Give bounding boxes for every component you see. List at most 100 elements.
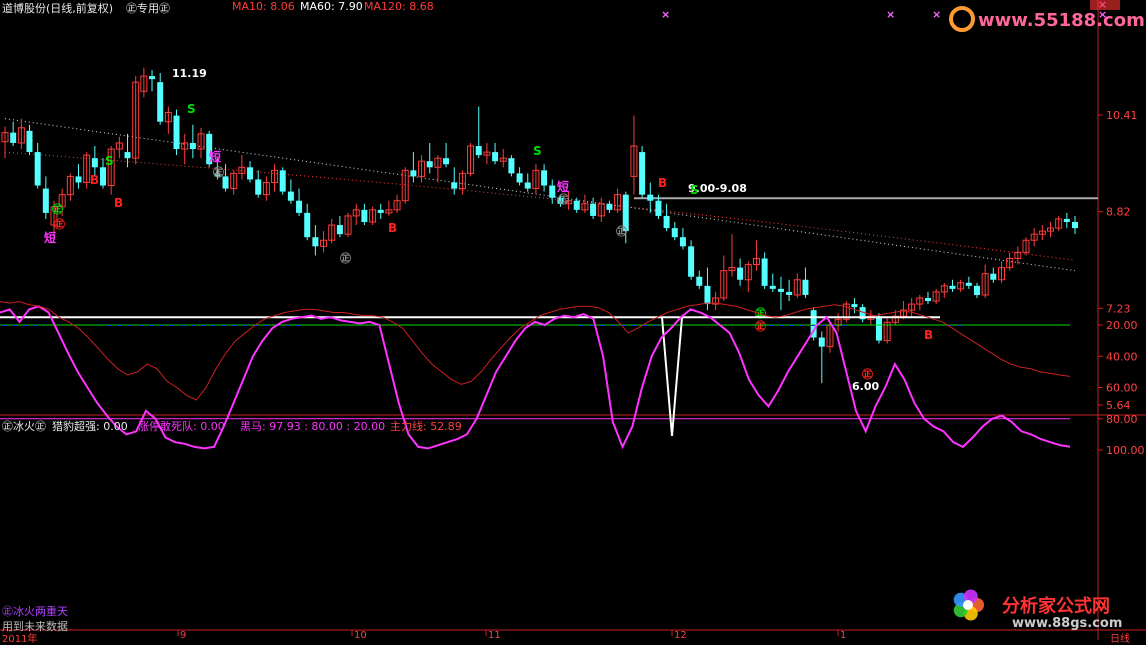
zheng-marker: ㊣ (755, 319, 766, 333)
blue-bar (159, 325, 164, 326)
candle-body-down (124, 152, 131, 159)
candle-body-down (173, 115, 180, 150)
indicator-title: ㊣冰火两重天 (2, 605, 68, 618)
zhangting-value: 涨停敢死队: 0.00 (138, 420, 225, 433)
sell-signal: S (105, 154, 114, 168)
blue-bar (611, 325, 616, 326)
candle-body-down (100, 167, 107, 186)
stock-title: 道博股份(日线,前复权) (2, 2, 114, 15)
candle-body-down (818, 337, 825, 347)
candle-body-down (606, 203, 613, 210)
buy-signal: B (658, 176, 667, 190)
blue-bar (170, 325, 175, 326)
candle-body-down (704, 285, 711, 305)
candle-body-down (247, 167, 254, 180)
candle-body-down (75, 176, 82, 183)
watermark-bottom-cn: 分析家公式网 (1002, 596, 1110, 617)
blue-bar (23, 325, 28, 326)
price-tick-label: 8.82 (1106, 206, 1131, 219)
short-signal: 短 (209, 149, 221, 164)
ma120-line (4, 151, 1076, 261)
candle-body-down (296, 200, 303, 213)
blue-bar (810, 325, 815, 326)
blue-bar (590, 325, 595, 326)
blue-bar (212, 325, 217, 326)
candle-body-down (655, 200, 662, 216)
corner-badge (1090, 0, 1120, 10)
month-label: 11 (488, 630, 501, 640)
candle-body-down (410, 170, 417, 177)
candle-body-down (475, 146, 482, 156)
candle-body-down (34, 152, 41, 186)
candle-body-down (802, 279, 809, 295)
stock-chart[interactable]: 10.41 8.82 7.23 5.64 100.00 80.00 60.00 40.00 20… (0, 0, 1146, 640)
candle-body-down (737, 267, 744, 280)
buy-signal: B (924, 328, 933, 342)
candle-body-down (663, 215, 670, 229)
short-signal: 短 (557, 179, 569, 194)
blue-bar (821, 325, 826, 326)
candle-body-down (549, 185, 556, 198)
candle-body-down (443, 158, 450, 165)
zheng-marker: ㊣ (862, 367, 873, 381)
candle-body-down (426, 161, 433, 168)
blue-bar (957, 325, 962, 326)
candle-body-down (287, 191, 294, 201)
candle-body-down (688, 246, 695, 277)
indicator-tick-label: 40.00 (1106, 350, 1138, 363)
candle-body-down (361, 209, 368, 223)
candle-body-down (875, 316, 882, 341)
month-label: 9 (180, 630, 186, 640)
blue-bar (296, 325, 301, 326)
price-tick-label: 7.23 (1106, 302, 1131, 315)
top-cross-marker: × (932, 8, 941, 21)
candle-body-down (189, 142, 196, 150)
blue-bar (779, 325, 784, 326)
blue-bar (201, 325, 206, 326)
candle-body-down (1063, 218, 1070, 223)
sell-signal: S (187, 102, 196, 116)
blue-bar (653, 325, 658, 326)
period-label: 日线 (1110, 634, 1130, 645)
candle-body-down (786, 291, 793, 295)
candle-body-down (777, 288, 784, 292)
sell-signal: S (690, 183, 699, 197)
blue-bar (117, 325, 122, 326)
candle-body-down (541, 170, 548, 186)
blue-bar (600, 325, 605, 326)
candle-body-down (377, 209, 384, 213)
candle-body-down (516, 173, 523, 183)
top-cross-marker: × (886, 8, 895, 21)
candle-body-down (312, 237, 319, 247)
indicator-tick-label: 20.00 (1106, 319, 1138, 332)
ma60-label: MA60: 7.90 (300, 0, 363, 13)
blue-bar (285, 325, 290, 326)
candle-body-down (639, 152, 646, 195)
candle-body-down (1072, 222, 1078, 229)
candle-body-down (949, 285, 956, 289)
candle-body-down (524, 182, 531, 189)
blue-bar (33, 325, 38, 326)
zheng-marker: ㊣ (213, 165, 224, 179)
candle-body-down (492, 152, 499, 162)
leopard-value: 猎豹超强: 0.00 (52, 420, 128, 433)
candle-body-down (973, 285, 980, 295)
buy-signal: B (388, 221, 397, 235)
blue-bar (768, 325, 773, 326)
candle-body-down (851, 304, 858, 308)
candle-body-down (42, 188, 49, 213)
candle-body-down (149, 76, 156, 80)
candle-body-down (157, 82, 164, 122)
candle-body-down (336, 225, 343, 235)
zheng-marker: ㊣ (558, 192, 569, 206)
indicator-tick-label: 100.00 (1106, 444, 1145, 457)
short-signal: 短 (44, 230, 56, 245)
low-price-label: 6.00 (852, 380, 879, 393)
year-label: 2011年 (2, 634, 38, 645)
indicator-tick-label: 60.00 (1106, 382, 1138, 395)
candle-body-down (761, 258, 768, 286)
candle-body-down (508, 158, 515, 174)
blue-bar (2, 325, 6, 326)
blue-bar (233, 325, 238, 326)
month-label: 10 (354, 630, 367, 640)
